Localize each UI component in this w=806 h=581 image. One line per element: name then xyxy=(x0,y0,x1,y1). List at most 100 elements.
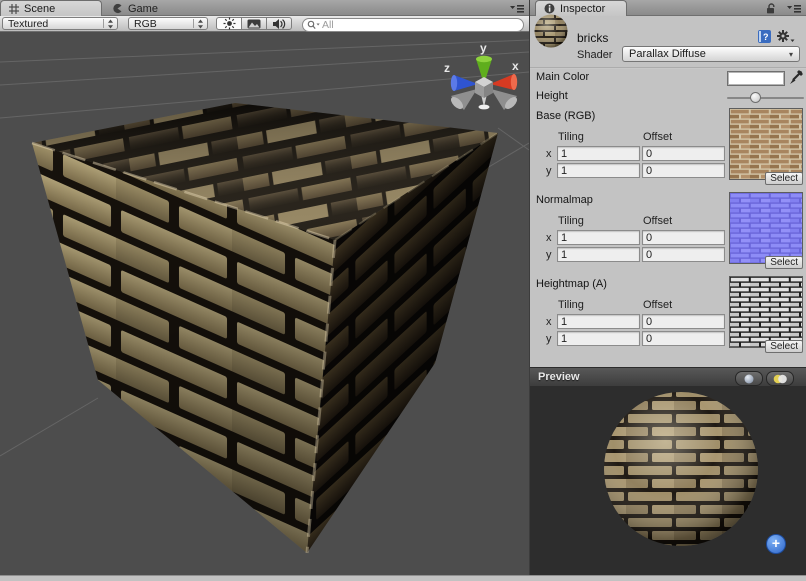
normal-tiling-y-field[interactable] xyxy=(557,247,640,262)
preview-sphere-render xyxy=(530,386,806,575)
tab-game[interactable]: Game xyxy=(112,1,158,16)
gizmo-z-axis[interactable]: z xyxy=(444,61,478,91)
slider-thumb[interactable] xyxy=(750,92,761,103)
shader-dropdown[interactable]: Parallax Diffuse ▾ xyxy=(622,46,800,62)
axis-x-label: x xyxy=(546,232,552,244)
main-color-swatch[interactable] xyxy=(727,71,785,86)
scene-tabbar: Scene Game xyxy=(0,0,529,16)
base-tiling-y-field[interactable] xyxy=(557,163,640,178)
axis-x-label: x xyxy=(546,316,552,328)
preview-sphere-mode-button[interactable] xyxy=(735,371,763,386)
search-input[interactable] xyxy=(322,19,517,31)
status-bar xyxy=(0,575,806,581)
normal-offset-y-field[interactable] xyxy=(642,247,725,262)
orientation-gizmo[interactable]: y x z xyxy=(444,41,519,111)
tiling-header: Tiling xyxy=(558,215,584,227)
map-name-label: Heightmap (A) xyxy=(536,278,607,290)
svg-text:?: ? xyxy=(763,32,769,42)
normal-tiling-x-field[interactable] xyxy=(557,230,640,245)
updown-arrows-icon xyxy=(197,19,204,29)
scene-3d-view: y x z xyxy=(0,32,529,575)
base-tiling-x-field[interactable] xyxy=(557,146,640,161)
height-tiling-x-field[interactable] xyxy=(557,314,640,329)
preview-title: Preview xyxy=(538,371,580,383)
shader-value: Parallax Diffuse xyxy=(629,48,706,60)
preview-header[interactable]: Preview xyxy=(530,367,806,386)
gizmo-x-label: x xyxy=(512,59,519,73)
updown-arrows-icon xyxy=(107,19,114,29)
unity-editor-window: Scene Game Textured RGB xyxy=(0,0,806,581)
slider-track[interactable] xyxy=(727,97,804,99)
height-label: Height xyxy=(536,90,568,102)
offset-header: Offset xyxy=(643,299,672,311)
height-offset-x-field[interactable] xyxy=(642,314,725,329)
height-offset-y-field[interactable] xyxy=(642,331,725,346)
tiling-header: Tiling xyxy=(558,131,584,143)
inspector-tabbar: Inspector xyxy=(530,0,806,16)
base-select-button[interactable]: Select xyxy=(765,172,803,185)
lighting-toggle-button[interactable] xyxy=(216,17,242,30)
normalmap-texture-thumbnail[interactable]: Select xyxy=(729,192,803,264)
speaker-icon xyxy=(272,18,286,30)
brick-cube-object[interactable] xyxy=(32,103,498,553)
axis-y-label: y xyxy=(546,333,552,345)
base-offset-x-field[interactable] xyxy=(642,146,725,161)
axis-x-label: x xyxy=(546,148,552,160)
gizmo-z-label: z xyxy=(444,61,450,75)
normalmap-select-button[interactable]: Select xyxy=(765,256,803,269)
gear-menu-icon[interactable] xyxy=(776,29,796,44)
offset-header: Offset xyxy=(643,131,672,143)
scene-search-field[interactable] xyxy=(302,18,524,32)
gizmo-center-cube[interactable] xyxy=(475,77,493,98)
section-separator xyxy=(530,67,806,69)
axis-y-label: y xyxy=(546,165,552,177)
help-book-icon[interactable]: ? xyxy=(757,29,772,44)
map-section-normal: Normalmap Tiling Offset x y Se xyxy=(530,192,806,276)
add-button[interactable]: + xyxy=(766,534,786,554)
two-lights-icon xyxy=(772,374,788,384)
tab-game-label: Game xyxy=(128,3,158,15)
audio-toggle-button[interactable] xyxy=(266,17,292,30)
shader-label: Shader xyxy=(577,49,612,61)
dropdown-arrow-icon: ▾ xyxy=(789,50,793,59)
scene-toolbar: Textured RGB xyxy=(0,16,529,32)
search-icon xyxy=(307,20,320,30)
sphere-icon xyxy=(744,374,754,384)
map-name-label: Normalmap xyxy=(536,194,593,206)
base-offset-y-field[interactable] xyxy=(642,163,725,178)
gizmo-y-label: y xyxy=(480,41,487,55)
image-icon xyxy=(247,19,261,29)
offset-header: Offset xyxy=(643,215,672,227)
scene-viewport[interactable]: y x z xyxy=(0,32,529,575)
scene-panel-menu-icon[interactable] xyxy=(510,4,524,13)
heightmap-texture-thumbnail[interactable]: Select xyxy=(729,276,803,348)
material-name: bricks xyxy=(577,31,608,45)
scene-grid-icon xyxy=(9,4,19,14)
preview-viewport[interactable]: + xyxy=(530,386,806,575)
preview-lighting-button[interactable] xyxy=(766,371,794,386)
map-name-label: Base (RGB) xyxy=(536,110,595,122)
inspector-panel-menu-icon[interactable] xyxy=(787,4,801,13)
draw-mode-value: Textured xyxy=(8,18,48,30)
height-slider[interactable] xyxy=(727,91,804,105)
draw-mode-dropdown[interactable]: Textured xyxy=(2,17,118,30)
inspector-panel: Inspector xyxy=(530,0,806,575)
channels-value: RGB xyxy=(134,18,157,30)
game-icon xyxy=(112,3,123,14)
tab-scene-label: Scene xyxy=(24,3,55,15)
normal-offset-x-field[interactable] xyxy=(642,230,725,245)
lock-icon[interactable] xyxy=(765,3,777,14)
scene-panel: Scene Game Textured RGB xyxy=(0,0,529,575)
map-section-height: Heightmap (A) Tiling Offset x y xyxy=(530,276,806,360)
channels-dropdown[interactable]: RGB xyxy=(128,17,208,30)
material-preview-sphere-icon xyxy=(533,13,569,49)
sun-icon xyxy=(223,17,236,30)
eyedropper-icon[interactable] xyxy=(788,69,804,86)
height-tiling-y-field[interactable] xyxy=(557,331,640,346)
tiling-header: Tiling xyxy=(558,299,584,311)
base-texture-thumbnail[interactable]: Select xyxy=(729,108,803,180)
tab-scene[interactable]: Scene xyxy=(0,0,102,16)
skybox-toggle-button[interactable] xyxy=(241,17,267,30)
heightmap-select-button[interactable]: Select xyxy=(765,340,803,353)
map-section-base: Base (RGB) Tiling Offset x y S xyxy=(530,108,806,192)
